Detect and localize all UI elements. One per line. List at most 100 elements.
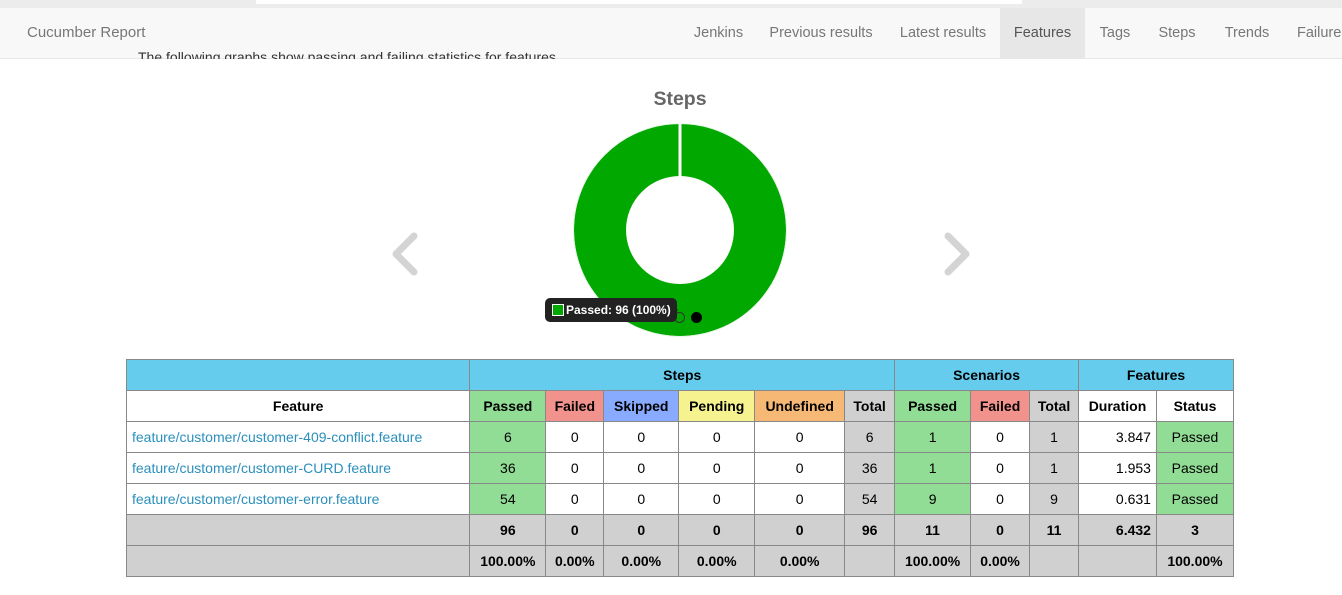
steps-passed-cell: 36 (469, 452, 547, 484)
col-header-steps-passed[interactable]: Passed (469, 390, 547, 422)
table-percentages-row: 100.00% 0.00% 0.00% 0.00% 0.00% 100.00% … (125, 545, 1235, 577)
percent-scenarios-passed: 100.00% (894, 545, 972, 577)
total-steps-skipped: 0 (603, 514, 680, 546)
col-header-steps-undefined[interactable]: Undefined (754, 390, 846, 422)
carousel-dot-2[interactable] (691, 312, 702, 323)
totals-label-cell (125, 514, 471, 546)
percent-steps-pending: 0.00% (678, 545, 756, 577)
col-header-steps-pending[interactable]: Pending (678, 390, 756, 422)
nav-item-latest-results[interactable]: Latest results (886, 8, 1000, 58)
percent-steps-total-empty (844, 545, 896, 577)
percent-scenarios-failed: 0.00% (970, 545, 1031, 577)
percent-label-cell (125, 545, 471, 577)
steps-skipped-cell: 0 (603, 421, 680, 453)
percent-duration-empty (1078, 545, 1157, 577)
table-row: feature/customer/customer-409-conflict.f… (125, 421, 1235, 453)
intro-text: The following graphs show passing and fa… (138, 49, 556, 59)
total-steps-pending: 0 (678, 514, 756, 546)
col-header-steps-total[interactable]: Total (844, 390, 896, 422)
steps-skipped-cell: 0 (603, 483, 680, 515)
col-header-feature[interactable]: Feature (125, 390, 471, 422)
nav-item-jenkins[interactable]: Jenkins (681, 8, 756, 58)
chevron-left-icon[interactable] (390, 232, 420, 276)
scenarios-passed-cell: 1 (894, 421, 972, 453)
total-scenarios-total: 11 (1029, 514, 1079, 546)
percent-features-status: 100.00% (1155, 545, 1235, 577)
steps-failed-cell: 0 (545, 483, 605, 515)
table-group-header-row: Steps Scenarios Features (125, 359, 1234, 391)
nav-item-tags[interactable]: Tags (1085, 8, 1145, 58)
duration-cell: 3.847 (1078, 421, 1157, 453)
features-stats-table: Steps Scenarios Features Feature Passed … (125, 359, 1235, 577)
percent-steps-failed: 0.00% (545, 545, 605, 577)
status-cell: Passed (1155, 452, 1235, 484)
browser-chrome-strip (0, 0, 1342, 8)
col-header-scenarios-total[interactable]: Total (1029, 390, 1079, 422)
nav-item-features[interactable]: Features (1000, 8, 1085, 58)
duration-cell: 1.953 (1078, 452, 1157, 484)
tooltip-swatch (552, 304, 564, 316)
steps-undefined-cell: 0 (754, 483, 846, 515)
nav-item-trends[interactable]: Trends (1209, 8, 1285, 58)
steps-total-cell: 6 (844, 421, 896, 453)
total-duration: 6.432 (1078, 514, 1157, 546)
col-header-steps-skipped[interactable]: Skipped (603, 390, 680, 422)
feature-cell: feature/customer/customer-409-conflict.f… (125, 421, 471, 453)
duration-cell: 0.631 (1078, 483, 1157, 515)
chart-tooltip: Passed: 96 (100%) (545, 298, 677, 322)
chevron-right-icon[interactable] (942, 232, 972, 276)
percent-steps-passed: 100.00% (469, 545, 547, 577)
steps-failed-cell: 0 (545, 452, 605, 484)
tooltip-text: Passed: 96 (100%) (566, 303, 671, 317)
steps-pending-cell: 0 (678, 421, 756, 453)
steps-total-cell: 54 (844, 483, 896, 515)
total-scenarios-failed: 0 (970, 514, 1031, 546)
percent-steps-undefined: 0.00% (754, 545, 846, 577)
col-header-scenarios-passed[interactable]: Passed (894, 390, 972, 422)
group-header-features: Features (1078, 359, 1234, 391)
status-cell: Passed (1155, 483, 1235, 515)
scenarios-total-cell: 1 (1029, 421, 1079, 453)
total-features-status: 3 (1155, 514, 1235, 546)
col-header-steps-failed[interactable]: Failed (545, 390, 605, 422)
feature-link[interactable]: feature/customer/customer-CURD.feature (132, 460, 391, 476)
header-empty (125, 359, 471, 391)
total-steps-undefined: 0 (754, 514, 846, 546)
feature-link[interactable]: feature/customer/customer-error.feature (132, 491, 379, 507)
nav-item-previous-results[interactable]: Previous results (756, 8, 886, 58)
steps-failed-cell: 0 (545, 421, 605, 453)
chart-title: Steps (653, 88, 707, 110)
group-header-steps: Steps (469, 359, 896, 391)
total-steps-total: 96 (844, 514, 896, 546)
tooltip-caret (672, 304, 678, 316)
total-steps-passed: 96 (469, 514, 547, 546)
table-row: feature/customer/customer-error.feature … (125, 483, 1235, 515)
col-header-status[interactable]: Status (1155, 390, 1235, 422)
steps-pending-cell: 0 (678, 483, 756, 515)
scenarios-total-cell: 9 (1029, 483, 1079, 515)
steps-passed-cell: 54 (469, 483, 547, 515)
browser-tab-remnant (256, 0, 1022, 4)
col-header-scenarios-failed[interactable]: Failed (970, 390, 1031, 422)
feature-link[interactable]: feature/customer/customer-409-conflict.f… (132, 429, 422, 445)
steps-skipped-cell: 0 (603, 452, 680, 484)
scenarios-total-cell: 1 (1029, 452, 1079, 484)
percent-steps-skipped: 0.00% (603, 545, 680, 577)
feature-cell: feature/customer/customer-CURD.feature (125, 452, 471, 484)
scenarios-failed-cell: 0 (970, 452, 1031, 484)
total-steps-failed: 0 (545, 514, 605, 546)
total-scenarios-passed: 11 (894, 514, 972, 546)
scenarios-failed-cell: 0 (970, 421, 1031, 453)
navbar-brand[interactable]: Cucumber Report (27, 8, 145, 58)
feature-cell: feature/customer/customer-error.feature (125, 483, 471, 515)
scenarios-passed-cell: 9 (894, 483, 972, 515)
scenarios-failed-cell: 0 (970, 483, 1031, 515)
steps-undefined-cell: 0 (754, 452, 846, 484)
steps-total-cell: 36 (844, 452, 896, 484)
col-header-duration[interactable]: Duration (1078, 390, 1157, 422)
nav-item-failures[interactable]: Failures (1285, 8, 1342, 58)
table-totals-row: 96 0 0 0 0 96 11 0 11 6.432 3 (125, 514, 1235, 546)
status-cell: Passed (1155, 421, 1235, 453)
nav-item-steps[interactable]: Steps (1145, 8, 1209, 58)
scenarios-passed-cell: 1 (894, 452, 972, 484)
